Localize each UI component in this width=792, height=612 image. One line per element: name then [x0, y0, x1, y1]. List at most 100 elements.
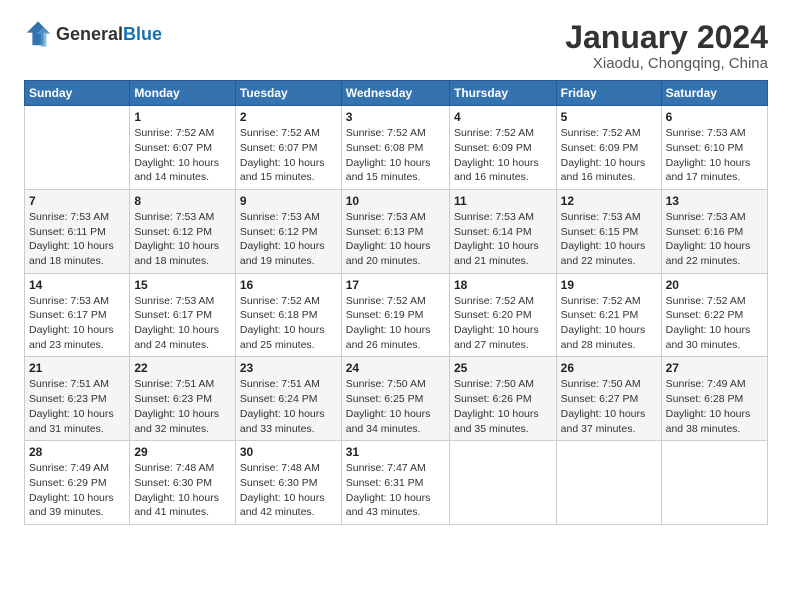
day-cell: 17 Sunrise: 7:52 AMSunset: 6:19 PMDaylig…: [341, 273, 449, 357]
day-cell: 25 Sunrise: 7:50 AMSunset: 6:26 PMDaylig…: [449, 357, 556, 441]
day-info: Sunrise: 7:50 AMSunset: 6:27 PMDaylight:…: [561, 378, 646, 434]
day-number: 12: [561, 194, 657, 208]
day-number: 28: [29, 445, 125, 459]
day-cell: 8 Sunrise: 7:53 AMSunset: 6:12 PMDayligh…: [130, 189, 236, 273]
day-cell: 21 Sunrise: 7:51 AMSunset: 6:23 PMDaylig…: [25, 357, 130, 441]
page: GeneralBlue January 2024 Xiaodu, Chongqi…: [0, 0, 792, 541]
day-number: 11: [454, 194, 552, 208]
day-cell: 29 Sunrise: 7:48 AMSunset: 6:30 PMDaylig…: [130, 441, 236, 525]
day-number: 9: [240, 194, 337, 208]
day-cell: 27 Sunrise: 7:49 AMSunset: 6:28 PMDaylig…: [661, 357, 767, 441]
calendar-table: Sunday Monday Tuesday Wednesday Thursday…: [24, 80, 768, 525]
weekday-header-row: Sunday Monday Tuesday Wednesday Thursday…: [25, 81, 768, 106]
day-info: Sunrise: 7:51 AMSunset: 6:23 PMDaylight:…: [29, 378, 114, 434]
day-cell: 14 Sunrise: 7:53 AMSunset: 6:17 PMDaylig…: [25, 273, 130, 357]
day-info: Sunrise: 7:48 AMSunset: 6:30 PMDaylight:…: [240, 462, 325, 518]
day-number: 20: [666, 278, 763, 292]
day-info: Sunrise: 7:52 AMSunset: 6:18 PMDaylight:…: [240, 295, 325, 351]
day-cell: 5 Sunrise: 7:52 AMSunset: 6:09 PMDayligh…: [556, 106, 661, 190]
header-monday: Monday: [130, 81, 236, 106]
day-number: 26: [561, 361, 657, 375]
day-number: 19: [561, 278, 657, 292]
week-row-4: 28 Sunrise: 7:49 AMSunset: 6:29 PMDaylig…: [25, 441, 768, 525]
day-info: Sunrise: 7:49 AMSunset: 6:28 PMDaylight:…: [666, 378, 751, 434]
day-number: 3: [346, 110, 445, 124]
day-info: Sunrise: 7:53 AMSunset: 6:16 PMDaylight:…: [666, 211, 751, 267]
day-info: Sunrise: 7:47 AMSunset: 6:31 PMDaylight:…: [346, 462, 431, 518]
day-info: Sunrise: 7:52 AMSunset: 6:19 PMDaylight:…: [346, 295, 431, 351]
day-info: Sunrise: 7:53 AMSunset: 6:13 PMDaylight:…: [346, 211, 431, 267]
day-number: 16: [240, 278, 337, 292]
day-info: Sunrise: 7:53 AMSunset: 6:11 PMDaylight:…: [29, 211, 114, 267]
title-area: January 2024 Xiaodu, Chongqing, China: [565, 20, 768, 72]
day-number: 30: [240, 445, 337, 459]
day-number: 1: [134, 110, 231, 124]
day-cell: 16 Sunrise: 7:52 AMSunset: 6:18 PMDaylig…: [235, 273, 341, 357]
day-cell: [661, 441, 767, 525]
day-number: 15: [134, 278, 231, 292]
logo-blue: Blue: [123, 24, 162, 44]
day-cell: 2 Sunrise: 7:52 AMSunset: 6:07 PMDayligh…: [235, 106, 341, 190]
day-cell: 18 Sunrise: 7:52 AMSunset: 6:20 PMDaylig…: [449, 273, 556, 357]
header-wednesday: Wednesday: [341, 81, 449, 106]
day-info: Sunrise: 7:52 AMSunset: 6:22 PMDaylight:…: [666, 295, 751, 351]
day-cell: 13 Sunrise: 7:53 AMSunset: 6:16 PMDaylig…: [661, 189, 767, 273]
week-row-1: 7 Sunrise: 7:53 AMSunset: 6:11 PMDayligh…: [25, 189, 768, 273]
day-cell: 19 Sunrise: 7:52 AMSunset: 6:21 PMDaylig…: [556, 273, 661, 357]
header-sunday: Sunday: [25, 81, 130, 106]
day-number: 13: [666, 194, 763, 208]
day-info: Sunrise: 7:53 AMSunset: 6:12 PMDaylight:…: [240, 211, 325, 267]
day-cell: 9 Sunrise: 7:53 AMSunset: 6:12 PMDayligh…: [235, 189, 341, 273]
day-number: 21: [29, 361, 125, 375]
day-info: Sunrise: 7:52 AMSunset: 6:07 PMDaylight:…: [134, 127, 219, 183]
day-info: Sunrise: 7:52 AMSunset: 6:08 PMDaylight:…: [346, 127, 431, 183]
day-number: 27: [666, 361, 763, 375]
day-info: Sunrise: 7:48 AMSunset: 6:30 PMDaylight:…: [134, 462, 219, 518]
day-cell: 1 Sunrise: 7:52 AMSunset: 6:07 PMDayligh…: [130, 106, 236, 190]
day-cell: 7 Sunrise: 7:53 AMSunset: 6:11 PMDayligh…: [25, 189, 130, 273]
day-number: 5: [561, 110, 657, 124]
day-info: Sunrise: 7:53 AMSunset: 6:15 PMDaylight:…: [561, 211, 646, 267]
day-number: 24: [346, 361, 445, 375]
day-info: Sunrise: 7:53 AMSunset: 6:14 PMDaylight:…: [454, 211, 539, 267]
day-cell: 28 Sunrise: 7:49 AMSunset: 6:29 PMDaylig…: [25, 441, 130, 525]
subtitle: Xiaodu, Chongqing, China: [565, 55, 768, 72]
day-number: 22: [134, 361, 231, 375]
day-info: Sunrise: 7:53 AMSunset: 6:17 PMDaylight:…: [29, 295, 114, 351]
header-thursday: Thursday: [449, 81, 556, 106]
header-friday: Friday: [556, 81, 661, 106]
header-saturday: Saturday: [661, 81, 767, 106]
week-row-3: 21 Sunrise: 7:51 AMSunset: 6:23 PMDaylig…: [25, 357, 768, 441]
day-number: 29: [134, 445, 231, 459]
day-info: Sunrise: 7:50 AMSunset: 6:25 PMDaylight:…: [346, 378, 431, 434]
day-cell: 3 Sunrise: 7:52 AMSunset: 6:08 PMDayligh…: [341, 106, 449, 190]
day-number: 23: [240, 361, 337, 375]
day-number: 8: [134, 194, 231, 208]
day-info: Sunrise: 7:51 AMSunset: 6:24 PMDaylight:…: [240, 378, 325, 434]
day-info: Sunrise: 7:52 AMSunset: 6:09 PMDaylight:…: [561, 127, 646, 183]
header: GeneralBlue January 2024 Xiaodu, Chongqi…: [24, 20, 768, 72]
day-number: 31: [346, 445, 445, 459]
day-cell: 23 Sunrise: 7:51 AMSunset: 6:24 PMDaylig…: [235, 357, 341, 441]
day-number: 4: [454, 110, 552, 124]
day-info: Sunrise: 7:53 AMSunset: 6:12 PMDaylight:…: [134, 211, 219, 267]
day-number: 17: [346, 278, 445, 292]
main-title: January 2024: [565, 20, 768, 55]
week-row-0: 1 Sunrise: 7:52 AMSunset: 6:07 PMDayligh…: [25, 106, 768, 190]
day-info: Sunrise: 7:51 AMSunset: 6:23 PMDaylight:…: [134, 378, 219, 434]
day-info: Sunrise: 7:50 AMSunset: 6:26 PMDaylight:…: [454, 378, 539, 434]
week-row-2: 14 Sunrise: 7:53 AMSunset: 6:17 PMDaylig…: [25, 273, 768, 357]
day-cell: 12 Sunrise: 7:53 AMSunset: 6:15 PMDaylig…: [556, 189, 661, 273]
day-number: 7: [29, 194, 125, 208]
day-number: 2: [240, 110, 337, 124]
day-info: Sunrise: 7:52 AMSunset: 6:21 PMDaylight:…: [561, 295, 646, 351]
day-cell: 30 Sunrise: 7:48 AMSunset: 6:30 PMDaylig…: [235, 441, 341, 525]
logo-general: General: [56, 24, 123, 44]
day-info: Sunrise: 7:49 AMSunset: 6:29 PMDaylight:…: [29, 462, 114, 518]
day-cell: [449, 441, 556, 525]
logo: GeneralBlue: [24, 20, 162, 48]
day-number: 14: [29, 278, 125, 292]
day-cell: 10 Sunrise: 7:53 AMSunset: 6:13 PMDaylig…: [341, 189, 449, 273]
day-cell: 4 Sunrise: 7:52 AMSunset: 6:09 PMDayligh…: [449, 106, 556, 190]
day-cell: 24 Sunrise: 7:50 AMSunset: 6:25 PMDaylig…: [341, 357, 449, 441]
